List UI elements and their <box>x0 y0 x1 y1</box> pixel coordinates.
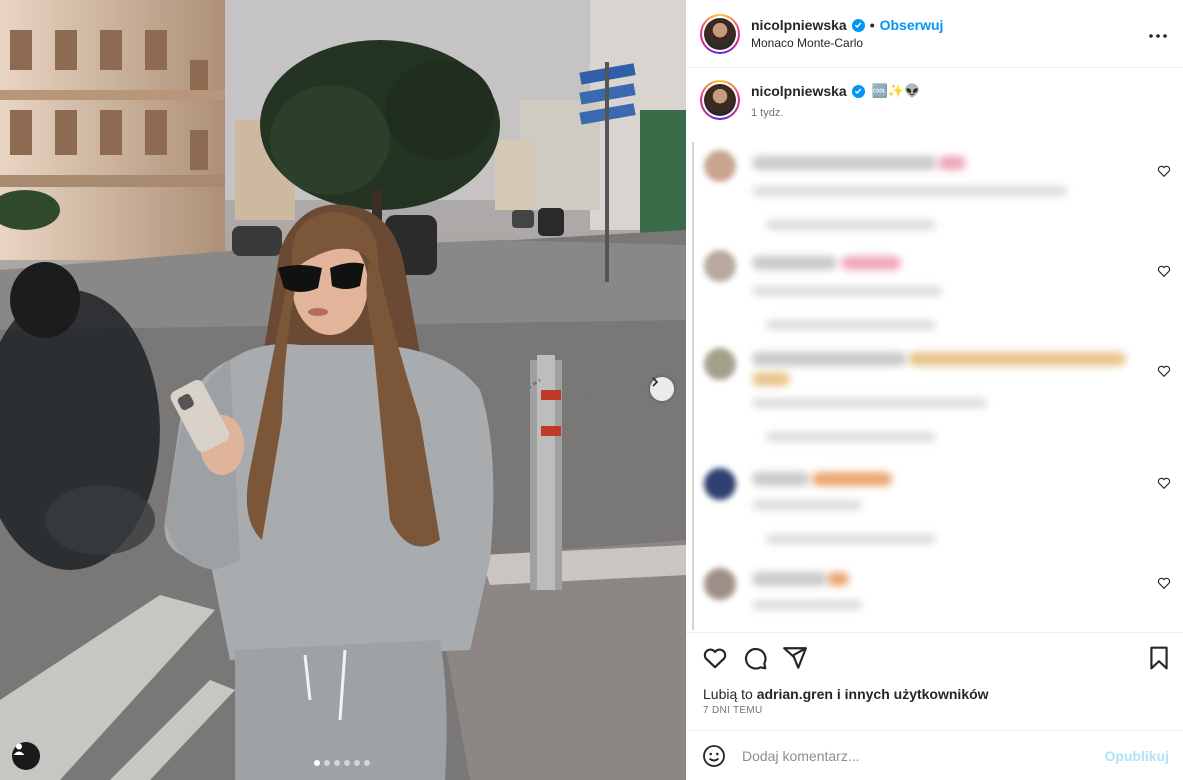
likes-summary: Lubią to adrian.gren i innych użytkownik… <box>703 686 989 702</box>
avatar-image <box>704 84 736 116</box>
carousel-dot <box>364 760 370 766</box>
carousel-dot <box>314 760 320 766</box>
like-heart-icon[interactable] <box>702 645 728 671</box>
like-comment-heart-icon[interactable] <box>1157 576 1171 590</box>
like-comment-heart-icon[interactable] <box>1157 476 1171 490</box>
post-date[interactable]: 7 DNI TEMU <box>703 705 763 716</box>
username-link[interactable]: nicolpniewska <box>751 17 847 33</box>
post-caption: nicolpniewska 🆒✨👽 1 tydz. <box>686 68 1183 138</box>
likes-others-link[interactable]: i innych użytkowników <box>833 686 989 702</box>
liker-username-link[interactable]: adrian.gren <box>757 686 833 702</box>
verified-badge-icon <box>851 18 865 32</box>
comment-avatar <box>704 250 736 282</box>
comment-avatar <box>704 348 736 380</box>
user-icon <box>13 743 25 755</box>
post-panel: nicolpniewska • Obserwuj Monaco Monte-Ca… <box>686 0 1183 780</box>
location-link[interactable]: Monaco Monte-Carlo <box>751 36 943 50</box>
likes-prefix: Lubią to <box>703 686 757 702</box>
follow-button[interactable]: Obserwuj <box>880 17 944 33</box>
like-comment-heart-icon[interactable] <box>1157 164 1171 178</box>
save-bookmark-icon[interactable] <box>1146 645 1172 671</box>
carousel-dot <box>344 760 350 766</box>
more-horizontal-icon <box>1149 34 1167 38</box>
emoji-smile-icon[interactable] <box>702 744 726 768</box>
caption-avatar[interactable] <box>700 80 740 120</box>
caption-username-link[interactable]: nicolpniewska <box>751 83 847 99</box>
scrollbar[interactable] <box>692 142 694 630</box>
share-send-icon[interactable] <box>782 645 808 671</box>
post-header: nicolpniewska • Obserwuj Monaco Monte-Ca… <box>686 0 1183 68</box>
comments-list[interactable] <box>686 138 1183 630</box>
next-slide-button[interactable] <box>650 377 674 401</box>
comment-input[interactable] <box>742 745 1082 767</box>
caption-text: 🆒✨👽 <box>871 83 921 98</box>
comment-avatar <box>704 568 736 600</box>
more-options-button[interactable] <box>1149 22 1167 43</box>
avatar[interactable] <box>700 13 740 54</box>
carousel-dot <box>324 760 330 766</box>
like-comment-heart-icon[interactable] <box>1157 364 1171 378</box>
add-comment-bar: Opublikuj <box>686 730 1183 780</box>
carousel-dots <box>314 760 370 766</box>
tagged-users-button[interactable] <box>12 742 40 770</box>
comment-avatar <box>704 150 736 182</box>
publish-comment-button[interactable]: Opublikuj <box>1104 748 1169 764</box>
action-bar <box>686 632 1183 682</box>
post-photo[interactable] <box>0 0 686 780</box>
avatar-image <box>704 17 736 50</box>
comment-avatar <box>704 468 736 500</box>
verified-badge-icon <box>851 84 865 98</box>
like-comment-heart-icon[interactable] <box>1157 264 1171 278</box>
carousel-dot <box>354 760 360 766</box>
carousel-dot <box>334 760 340 766</box>
photo-illustration <box>0 0 686 780</box>
chevron-right-icon <box>652 377 659 387</box>
comment-bubble-icon[interactable] <box>742 645 768 671</box>
separator-dot: • <box>869 17 875 33</box>
caption-timestamp[interactable]: 1 tydz. <box>751 107 920 119</box>
